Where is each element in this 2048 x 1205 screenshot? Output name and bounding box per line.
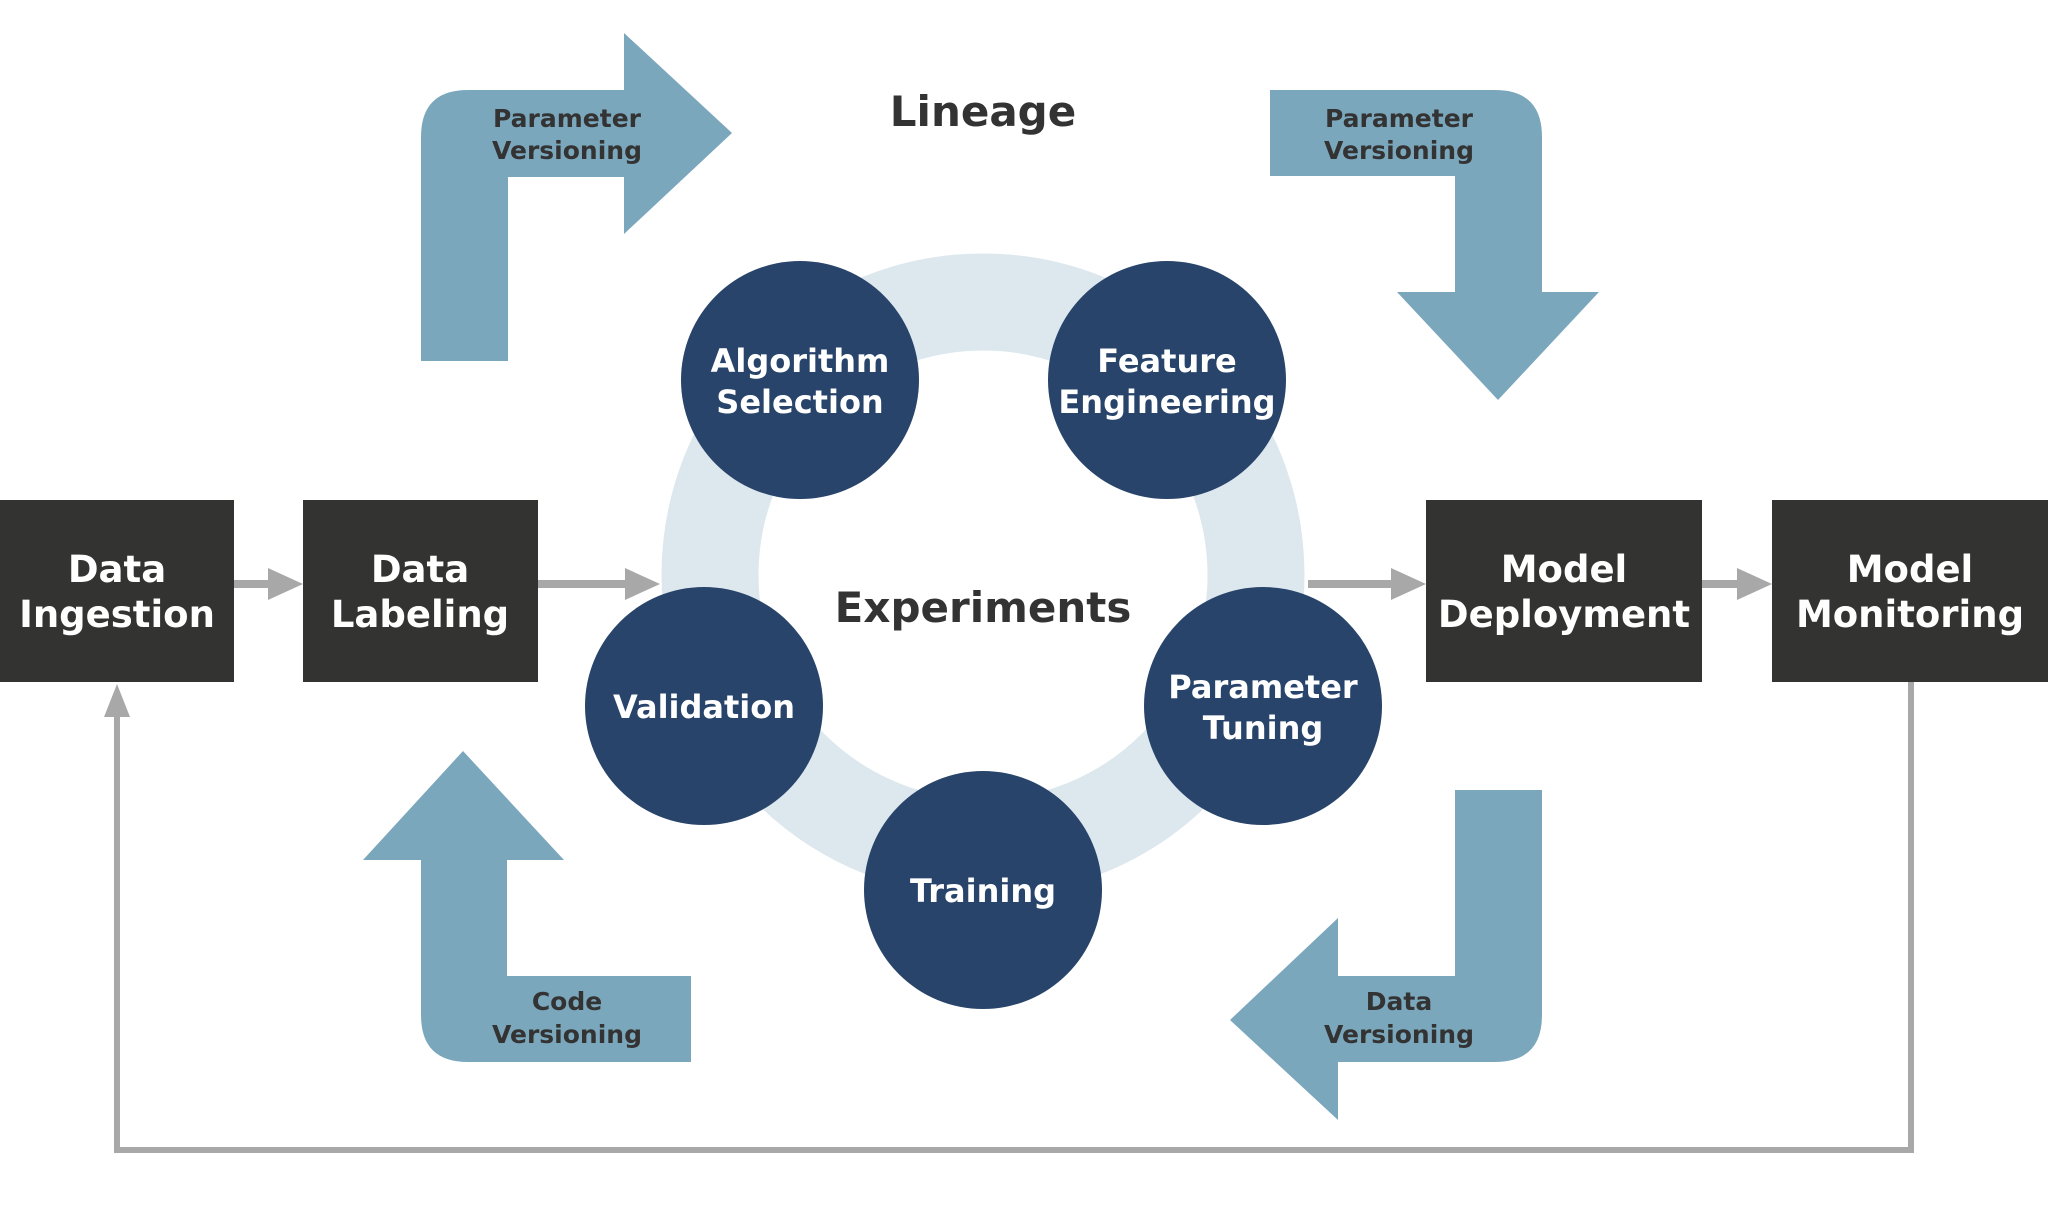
step-label: Selection [716,383,883,421]
lineage-title: Lineage [890,87,1076,136]
pipeline-box-label: Labeling [331,593,509,636]
pipeline-box-label: Deployment [1438,593,1690,636]
step-validation: Validation [585,587,823,825]
step-label: Feature [1097,342,1236,380]
ml-lifecycle-diagram: Lineage Experiments Data Ingestion Data … [0,33,2048,1153]
step-training: Training [864,771,1102,1009]
step-label: Algorithm [711,342,890,380]
versioning-arrow-label: Parameter [1325,104,1474,133]
parameter-versioning-top-left-arrow [421,33,732,361]
versioning-arrow-label: Versioning [1324,1020,1474,1049]
versioning-arrow-label: Data [1366,987,1432,1016]
versioning-arrow-label: Code [532,987,602,1016]
step-label: Training [910,872,1056,910]
experiments-title: Experiments [835,583,1132,632]
connector-experiments-to-deployment-head [1391,568,1426,600]
pipeline-box-deployment: Model Deployment [1426,500,1702,682]
step-label: Tuning [1203,709,1324,747]
pipeline-box-ingestion: Data Ingestion [0,500,234,682]
step-algorithm-selection: Algorithm Selection [681,261,919,499]
pipeline-box-label: Monitoring [1796,593,2024,636]
pipeline-box-label: Model [1501,548,1628,591]
step-label: Parameter [1168,668,1358,706]
step-label: Validation [613,688,795,726]
step-label: Engineering [1058,383,1275,421]
connector-ingestion-to-labeling-head [268,568,303,600]
versioning-arrow-label: Versioning [492,1020,642,1049]
pipeline-box-label: Model [1847,548,1974,591]
step-feature-engineering: Feature Engineering [1048,261,1286,499]
data-versioning-arrow [1230,790,1542,1120]
versioning-arrow-label: Versioning [492,136,642,165]
pipeline-box-label: Data [371,548,469,591]
versioning-arrow-label: Parameter [493,104,642,133]
connector-labeling-to-experiments-head [625,568,660,600]
feedback-loop-head [104,684,130,717]
pipeline-box-label: Data [68,548,166,591]
pipeline-box-monitoring: Model Monitoring [1772,500,2048,682]
versioning-arrow-label: Versioning [1324,136,1474,165]
pipeline-box-label: Ingestion [19,593,215,636]
step-parameter-tuning: Parameter Tuning [1144,587,1382,825]
pipeline-box-labeling: Data Labeling [303,500,538,682]
connector-deployment-to-monitoring-head [1737,568,1772,600]
